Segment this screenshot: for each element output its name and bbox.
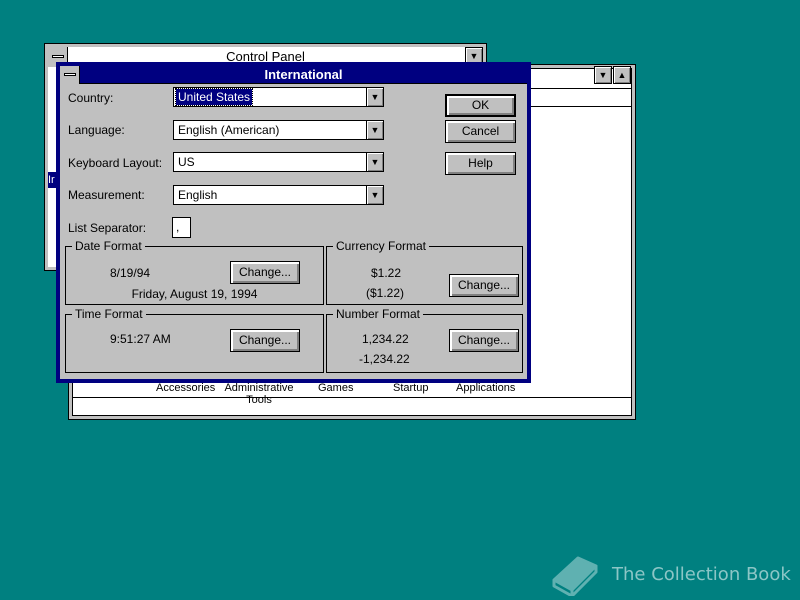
dialog-title: International: [264, 67, 343, 82]
time-format-group: Time Format 9:51:27 AM Change...: [65, 307, 324, 373]
list-separator-label: List Separator:: [68, 221, 147, 235]
short-date-value: 8/19/94: [110, 266, 151, 280]
maximize-button[interactable]: ▲: [613, 66, 631, 84]
country-dropdown[interactable]: United States ▼: [173, 87, 384, 107]
currency-format-group: Currency Format $1.22 ($1.22) Change...: [326, 239, 523, 305]
number-negative-value: -1,234.22: [359, 352, 410, 366]
number-format-group: Number Format 1,234.22 -1,234.22 Change.…: [326, 307, 523, 373]
dropdown-arrow-icon[interactable]: ▼: [366, 186, 383, 204]
language-label: Language:: [68, 123, 125, 137]
number-format-title: Number Format: [333, 307, 424, 321]
keyboard-layout-label: Keyboard Layout:: [68, 156, 163, 170]
minimize-button[interactable]: ▼: [594, 66, 612, 84]
system-menu-icon: [64, 73, 76, 76]
currency-format-title: Currency Format: [333, 239, 430, 253]
country-value: United States: [174, 88, 254, 106]
chevron-down-icon: ▼: [469, 51, 479, 61]
icon-applications-label[interactable]: Applications: [456, 382, 515, 394]
system-menu-icon: [52, 55, 64, 58]
time-format-change-button[interactable]: Change...: [230, 329, 300, 352]
program-icon-labels: Accessories Administrative Tools Games S…: [150, 382, 530, 412]
date-format-title: Date Format: [72, 239, 145, 253]
help-button[interactable]: Help: [445, 152, 516, 175]
icon-startup-label[interactable]: Startup: [393, 382, 428, 394]
date-format-group: Date Format 8/19/94 Friday, August 19, 1…: [65, 239, 324, 305]
book-icon: [552, 556, 598, 596]
dropdown-arrow-icon[interactable]: ▼: [366, 88, 383, 106]
watermark-text: The Collection Book: [612, 564, 791, 585]
date-format-change-button[interactable]: Change...: [230, 261, 300, 284]
international-dialog: International Country: United States ▼ L…: [56, 62, 531, 383]
language-value: English (American): [178, 123, 280, 137]
keyboard-layout-value: US: [178, 155, 195, 169]
time-value: 9:51:27 AM: [110, 332, 171, 346]
language-dropdown[interactable]: English (American) ▼: [173, 120, 384, 140]
list-separator-input[interactable]: ,: [172, 217, 191, 238]
country-label: Country:: [68, 91, 114, 105]
currency-negative-value: ($1.22): [366, 286, 405, 300]
icon-accessories-label[interactable]: Accessories: [156, 382, 215, 394]
measurement-value: English: [178, 188, 218, 202]
chevron-down-icon: ▼: [598, 70, 608, 80]
icon-admin-tools-label[interactable]: Administrative Tools: [224, 382, 294, 406]
time-format-title: Time Format: [72, 307, 146, 321]
icon-games-label[interactable]: Games: [318, 382, 353, 394]
number-format-change-button[interactable]: Change...: [449, 329, 519, 352]
dropdown-arrow-icon[interactable]: ▼: [366, 153, 383, 171]
dialog-titlebar[interactable]: International: [60, 66, 527, 84]
currency-format-change-button[interactable]: Change...: [449, 274, 519, 297]
measurement-dropdown[interactable]: English ▼: [173, 185, 384, 205]
currency-positive-value: $1.22: [371, 266, 402, 280]
number-positive-value: 1,234.22: [362, 332, 409, 346]
keyboard-layout-dropdown[interactable]: US ▼: [173, 152, 384, 172]
dropdown-arrow-icon[interactable]: ▼: [366, 121, 383, 139]
dialog-system-menu-button[interactable]: [60, 66, 80, 84]
watermark: The Collection Book: [548, 550, 791, 596]
chevron-up-icon: ▲: [617, 70, 627, 80]
long-date-value: Friday, August 19, 1994: [131, 287, 258, 301]
measurement-label: Measurement:: [68, 188, 145, 202]
cancel-button[interactable]: Cancel: [445, 120, 516, 143]
ok-button[interactable]: OK: [445, 94, 516, 117]
